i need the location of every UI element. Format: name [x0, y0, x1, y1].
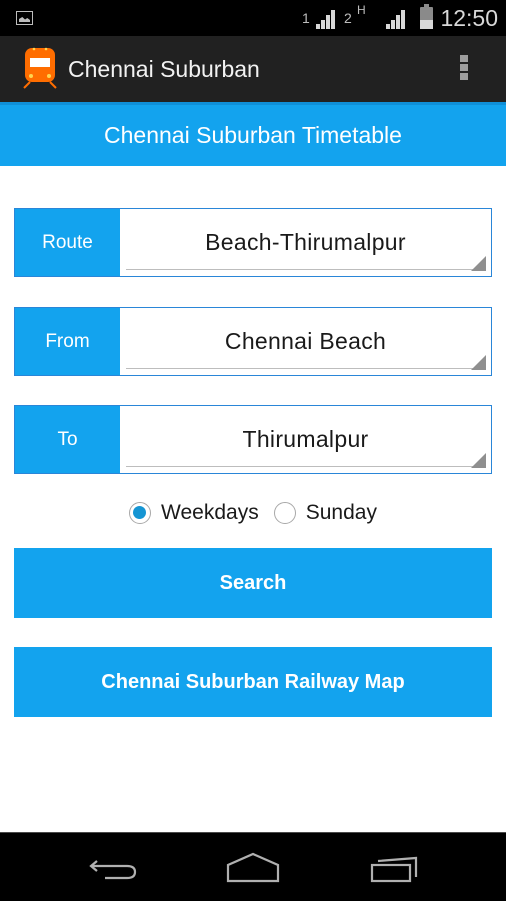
dropdown-arrow-icon: [471, 355, 486, 370]
railway-map-button[interactable]: Chennai Suburban Railway Map: [14, 647, 492, 717]
from-field: From Chennai Beach: [14, 307, 492, 376]
gallery-notification-icon: [16, 11, 33, 25]
radio-weekdays[interactable]: Weekdays: [129, 501, 259, 525]
route-dropdown[interactable]: Beach-Thirumalpur: [120, 209, 491, 276]
radio-unchecked-icon[interactable]: [273, 502, 296, 524]
train-icon: [23, 47, 57, 89]
from-dropdown[interactable]: Chennai Beach: [120, 308, 491, 375]
to-field: To Thirumalpur: [14, 405, 492, 474]
clock: 12:50: [440, 5, 498, 31]
radio-sunday-label: Sunday: [305, 501, 377, 524]
battery-charging-icon: [420, 4, 433, 29]
app-title: Chennai Suburban: [68, 56, 260, 82]
from-value: Chennai Beach: [224, 328, 387, 354]
radio-sunday[interactable]: Sunday: [273, 501, 377, 525]
navigation-bar: [0, 832, 506, 901]
radio-checked-icon[interactable]: [129, 502, 152, 524]
status-bar: 1 2 H 12:50: [0, 0, 506, 36]
overflow-menu-icon[interactable]: [460, 55, 470, 83]
back-icon[interactable]: [83, 851, 143, 885]
dropdown-arrow-icon: [471, 453, 486, 468]
recent-apps-icon[interactable]: [366, 851, 426, 885]
action-bar: Chennai Suburban: [0, 36, 506, 102]
network-type-icon: H: [357, 3, 366, 17]
to-dropdown[interactable]: Thirumalpur: [120, 406, 491, 473]
from-underline: [126, 368, 485, 369]
radio-weekdays-label: Weekdays: [161, 501, 259, 524]
search-button[interactable]: Search: [14, 548, 492, 618]
to-label: To: [15, 406, 120, 473]
route-field: Route Beach-Thirumalpur: [14, 208, 492, 277]
signal-icon: [386, 9, 408, 29]
sim1-label: 1: [302, 10, 310, 26]
route-label: Route: [15, 209, 120, 276]
from-label: From: [15, 308, 120, 375]
to-value: Thirumalpur: [242, 426, 369, 452]
signal-icon: [316, 9, 338, 29]
to-underline: [126, 466, 485, 467]
dropdown-arrow-icon: [471, 256, 486, 271]
home-icon[interactable]: [223, 851, 283, 885]
route-underline: [126, 269, 485, 270]
route-value: Beach-Thirumalpur: [205, 229, 406, 255]
page-title: Chennai Suburban Timetable: [0, 105, 506, 166]
day-type-radio-group: Weekdays Sunday: [0, 497, 506, 529]
sim2-label: 2: [344, 10, 352, 26]
